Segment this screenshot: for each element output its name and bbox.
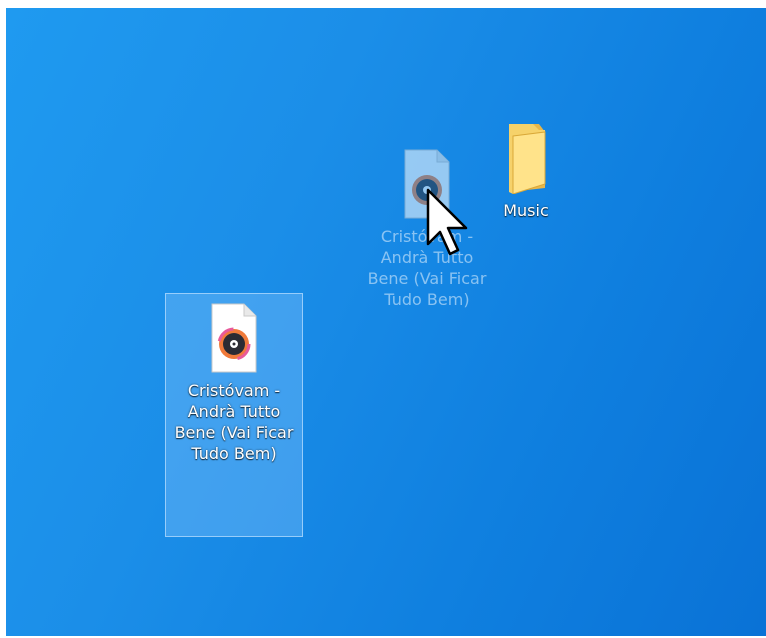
desktop-icon-audio-file[interactable]: Cristóvam - Andrà Tutto Bene (Vai Ficar … [165, 293, 303, 537]
desktop[interactable]: Cristóvam - Andrà Tutto Bene (Vai Ficar … [6, 8, 766, 636]
icon-label: Cristóvam - Andrà Tutto Bene (Vai Ficar … [174, 381, 294, 463]
icon-label: Music [503, 201, 549, 220]
arrow-cursor-icon [426, 188, 468, 256]
folder-icon [509, 124, 546, 194]
music-file-icon [211, 303, 257, 373]
desktop-icon-music-folder[interactable]: Music [476, 118, 576, 221]
